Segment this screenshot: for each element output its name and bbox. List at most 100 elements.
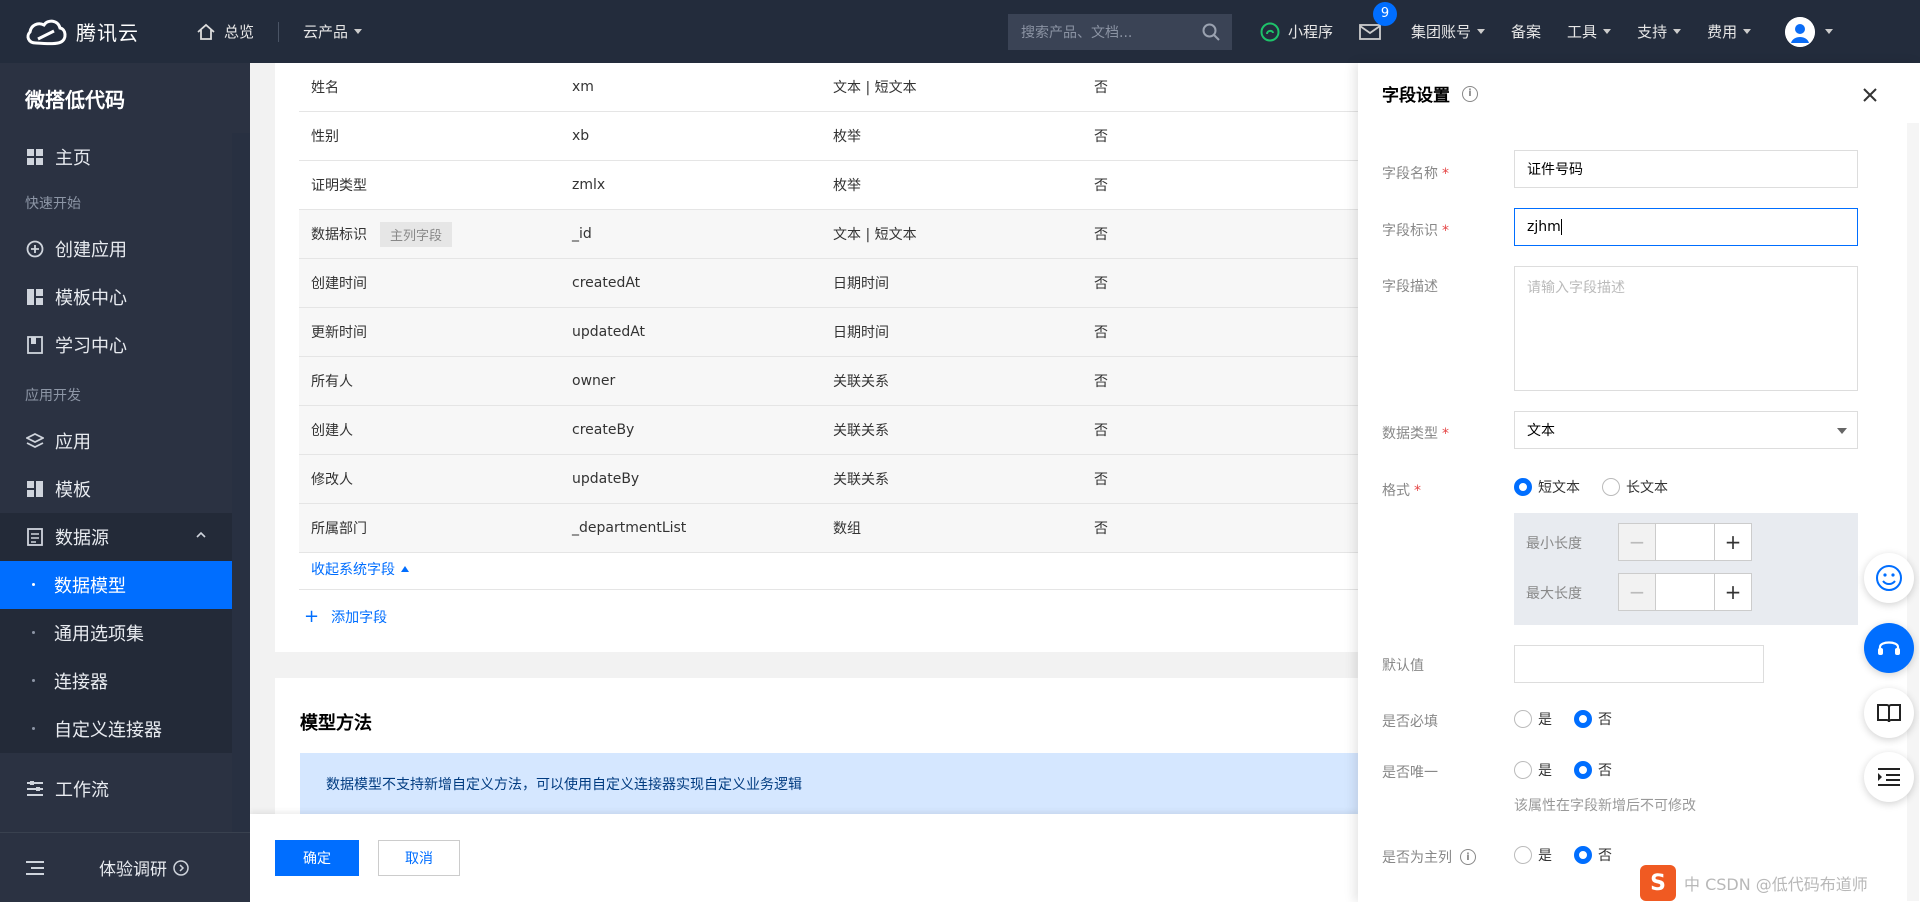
min-length-stepper: − + <box>1618 523 1752 561</box>
group-account-menu[interactable]: 集团账号 <box>1411 21 1486 42</box>
info-icon[interactable]: i <box>1460 849 1476 865</box>
max-length-input[interactable] <box>1655 574 1715 610</box>
radio-button[interactable] <box>1514 710 1532 728</box>
required-yes-option[interactable]: 是 <box>1514 709 1552 729</box>
search-input[interactable]: 搜索产品、文档... <box>1008 14 1232 50</box>
sidebar-item-data-model[interactable]: 数据模型 <box>0 561 232 609</box>
radio-button[interactable] <box>1602 478 1620 496</box>
table-row[interactable]: 所有人 owner 关联关系 否 <box>299 357 1358 406</box>
confirm-button[interactable]: 确定 <box>275 840 359 876</box>
sidebar-item-custom-connectors[interactable]: 自定义连接器 <box>0 705 232 753</box>
mini-program-link[interactable]: 小程序 <box>1260 21 1333 42</box>
radio-button[interactable] <box>1574 846 1592 864</box>
filing-link[interactable]: 备案 <box>1511 21 1541 42</box>
sidebar-item-datasource[interactable]: 数据源 <box>0 513 232 561</box>
field-id-cell: updatedAt <box>572 324 646 340</box>
sidebar-item-home[interactable]: 主页 <box>0 133 232 181</box>
field-type-cell: 文本 | 短文本 <box>833 80 917 96</box>
minus-button[interactable]: − <box>1619 574 1655 610</box>
workflow-icon <box>25 779 45 799</box>
primary-yes-option[interactable]: 是 <box>1514 845 1552 865</box>
field-id-cell: updateBy <box>572 471 640 487</box>
label-text: 是否唯一 <box>1382 765 1438 781</box>
table-row[interactable]: 姓名 xm 文本 | 短文本 否 <box>299 63 1358 112</box>
collapse-system-fields-link[interactable]: 收起系统字段 <box>311 559 409 579</box>
sidebar-item-create-app[interactable]: 创建应用 <box>0 225 232 273</box>
field-type-cell: 关联关系 <box>833 374 889 390</box>
radio-button[interactable] <box>1514 846 1532 864</box>
table-row[interactable]: 修改人 updateBy 关联关系 否 <box>299 455 1358 504</box>
sidebar-item-apps[interactable]: 应用 <box>0 417 232 465</box>
close-icon[interactable] <box>1858 83 1882 107</box>
primary-no-option[interactable]: 否 <box>1574 845 1612 865</box>
sidebar-item-templates[interactable]: 模板 <box>0 465 232 513</box>
docs-button[interactable] <box>1864 688 1914 738</box>
feedback-smile-button[interactable] <box>1864 553 1914 603</box>
field-name-input[interactable]: 证件号码 <box>1514 150 1858 188</box>
sidebar-scrollbar[interactable] <box>232 133 250 833</box>
field-name-cell: 修改人 <box>311 472 353 488</box>
required-no-option[interactable]: 否 <box>1574 709 1612 729</box>
divider <box>278 21 280 42</box>
minus-button[interactable]: − <box>1619 524 1655 560</box>
collapse-label: 收起系统字段 <box>311 562 395 578</box>
support-menu[interactable]: 支持 <box>1637 21 1682 42</box>
home-icon <box>196 23 216 41</box>
field-type-cell: 日期时间 <box>833 276 889 292</box>
table-row[interactable]: 所属部门 _departmentList 数组 否 <box>299 504 1358 553</box>
sidebar-item-option-sets[interactable]: 通用选项集 <box>0 609 232 657</box>
option-label: 是 <box>1538 763 1552 779</box>
format-short-option[interactable]: 短文本 <box>1514 477 1580 497</box>
unique-no-option[interactable]: 否 <box>1574 760 1612 780</box>
default-value-input[interactable] <box>1514 645 1764 683</box>
menu-collapse-icon[interactable] <box>25 860 45 876</box>
plus-button[interactable]: + <box>1715 574 1751 610</box>
products-label: 云产品 <box>303 23 349 41</box>
min-length-label: 最小长度 <box>1526 536 1582 552</box>
sidebar-item-learn-center[interactable]: 学习中心 <box>0 321 232 369</box>
search-icon[interactable] <box>1202 23 1220 45</box>
bullet-dot <box>32 583 35 586</box>
field-id-input[interactable]: zjhm <box>1514 208 1858 246</box>
description-textarea[interactable]: 请输入字段描述 <box>1514 266 1858 391</box>
format-label: 格式 * <box>1382 480 1421 500</box>
max-length-row: 最大长度 <box>1526 583 1582 603</box>
action-bar: 确定 取消 <box>250 814 1358 902</box>
radio-button[interactable] <box>1514 478 1532 496</box>
data-type-select[interactable]: 文本 <box>1514 411 1858 449</box>
template-icon <box>25 479 45 499</box>
outline-button[interactable] <box>1864 752 1914 802</box>
sidebar-item-workflow[interactable]: 工作流 <box>0 765 232 813</box>
table-row[interactable]: 证明类型 zmlx 枚举 否 <box>299 161 1358 210</box>
fees-label: 费用 <box>1707 23 1738 41</box>
format-long-option[interactable]: 长文本 <box>1602 477 1668 497</box>
tencent-cloud-logo[interactable]: 腾讯云 <box>24 17 158 47</box>
survey-link[interactable]: 体验调研 <box>99 855 189 880</box>
tools-menu[interactable]: 工具 <box>1567 21 1612 42</box>
add-field-button[interactable]: + 添加字段 <box>304 606 387 627</box>
sidebar-item-connectors[interactable]: 连接器 <box>0 657 232 705</box>
select-value: 文本 <box>1527 423 1555 439</box>
unique-yes-option[interactable]: 是 <box>1514 760 1552 780</box>
chevron-down-icon <box>354 29 363 34</box>
radio-button[interactable] <box>1574 710 1592 728</box>
cancel-button[interactable]: 取消 <box>378 840 460 876</box>
overview-link[interactable]: 总览 <box>196 0 254 63</box>
info-icon[interactable]: i <box>1462 85 1478 102</box>
table-row[interactable]: 数据标识 主列字段 _id 文本 | 短文本 否 <box>299 210 1358 259</box>
mail-button[interactable]: 9 <box>1359 1 1398 40</box>
plus-button[interactable]: + <box>1715 524 1751 560</box>
min-length-input[interactable] <box>1655 524 1715 560</box>
customer-service-button[interactable] <box>1864 623 1914 673</box>
fees-menu[interactable]: 费用 <box>1707 21 1752 42</box>
table-row[interactable]: 创建人 createBy 关联关系 否 <box>299 406 1358 455</box>
panel-title-text: 字段设置 <box>1382 86 1450 106</box>
table-row[interactable]: 创建时间 createdAt 日期时间 否 <box>299 259 1358 308</box>
cloud-products-menu[interactable]: 云产品 <box>303 0 363 63</box>
table-row[interactable]: 更新时间 updatedAt 日期时间 否 <box>299 308 1358 357</box>
radio-button[interactable] <box>1574 761 1592 779</box>
radio-button[interactable] <box>1514 761 1532 779</box>
sidebar-item-template-center[interactable]: 模板中心 <box>0 273 232 321</box>
user-menu[interactable] <box>1785 16 1834 47</box>
table-row[interactable]: 性别 xb 枚举 否 <box>299 112 1358 161</box>
